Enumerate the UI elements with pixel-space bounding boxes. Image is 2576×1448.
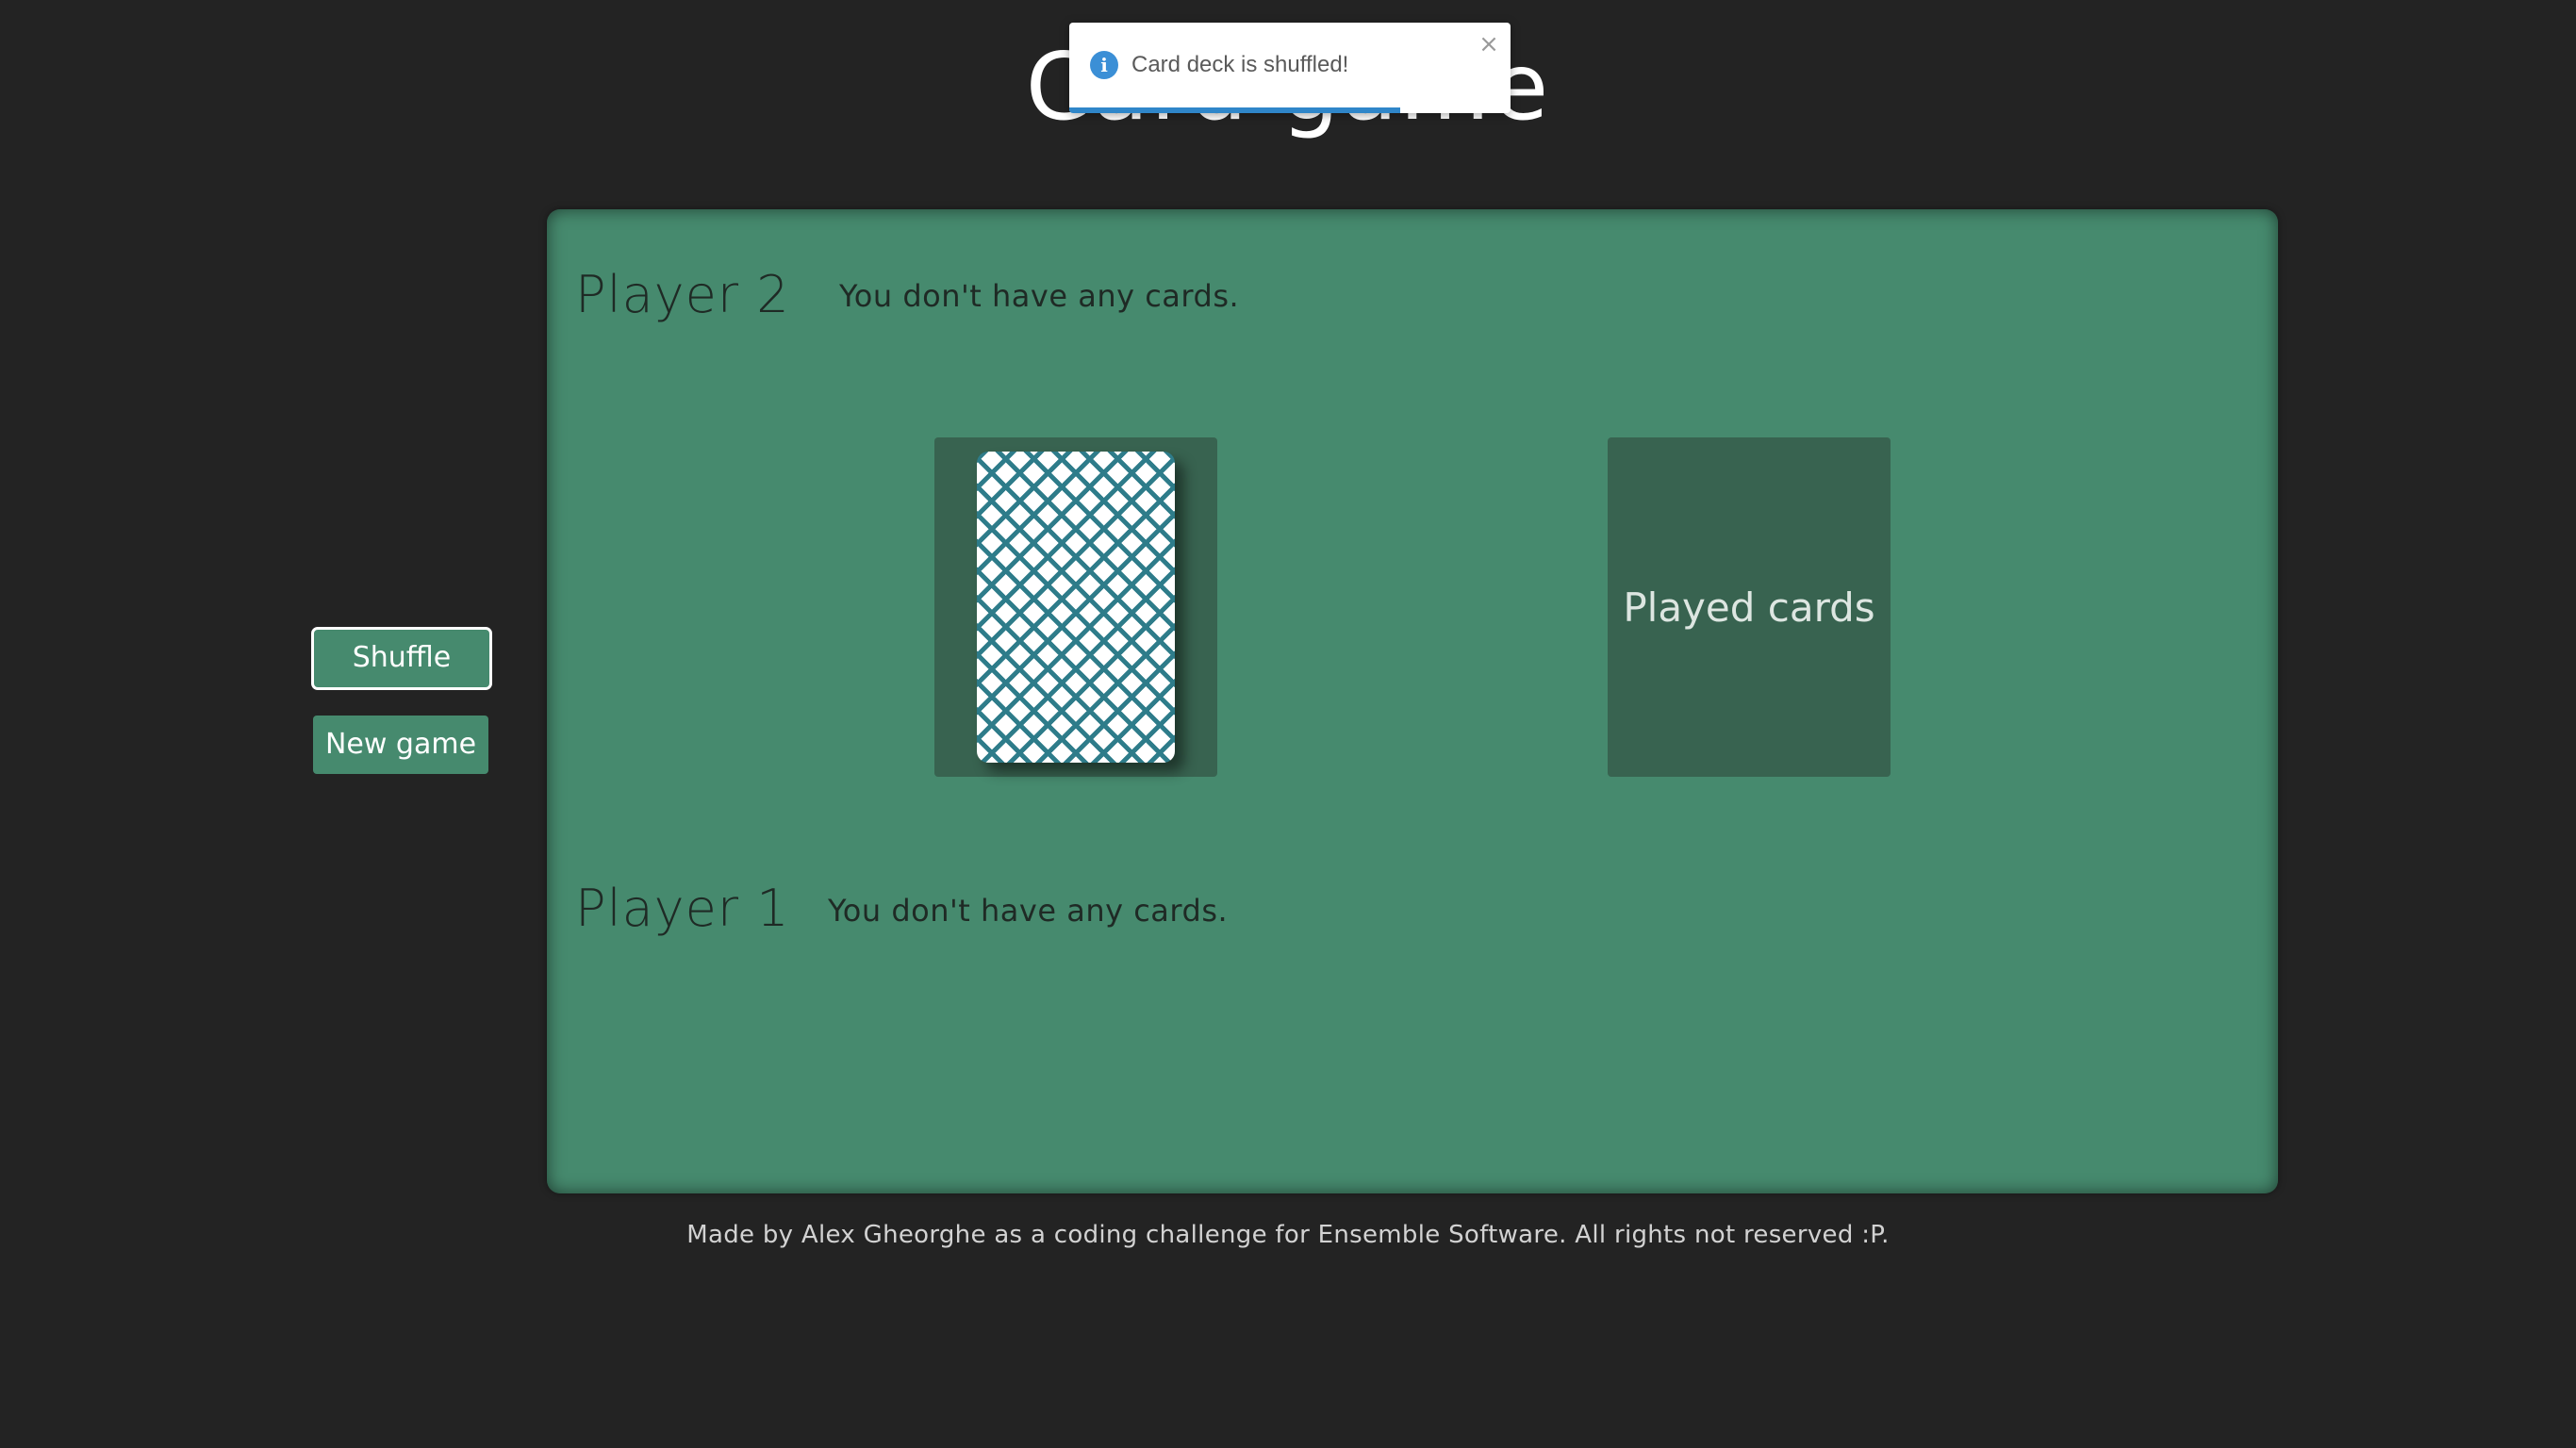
game-table: Player 2 You don't have any cards. Playe…	[547, 209, 2278, 1193]
footer-credits: Made by Alex Gheorghe as a coding challe…	[686, 1221, 1890, 1249]
close-icon[interactable]: ×	[1478, 32, 1499, 57]
info-icon: i	[1090, 51, 1118, 79]
played-cards-pile: Played cards	[1608, 437, 1891, 777]
card-back-icon[interactable]	[977, 452, 1175, 763]
toast-message: Card deck is shuffled!	[1131, 52, 1349, 77]
shuffle-toast: i Card deck is shuffled! ×	[1069, 23, 1511, 113]
new-game-button[interactable]: New game	[313, 716, 488, 774]
shuffle-button[interactable]: Shuffle	[311, 627, 492, 690]
player-1-name: Player 1	[575, 879, 790, 938]
deck-slot	[934, 437, 1217, 777]
player-1-status: You don't have any cards.	[828, 893, 1229, 929]
toast-progress-bar	[1069, 107, 1400, 113]
player-2-status: You don't have any cards.	[839, 278, 1240, 314]
played-cards-label: Played cards	[1623, 584, 1875, 631]
card-game-page: Card game i Card deck is shuffled! × Shu…	[0, 0, 2576, 1448]
player-2-name: Player 2	[575, 265, 790, 324]
